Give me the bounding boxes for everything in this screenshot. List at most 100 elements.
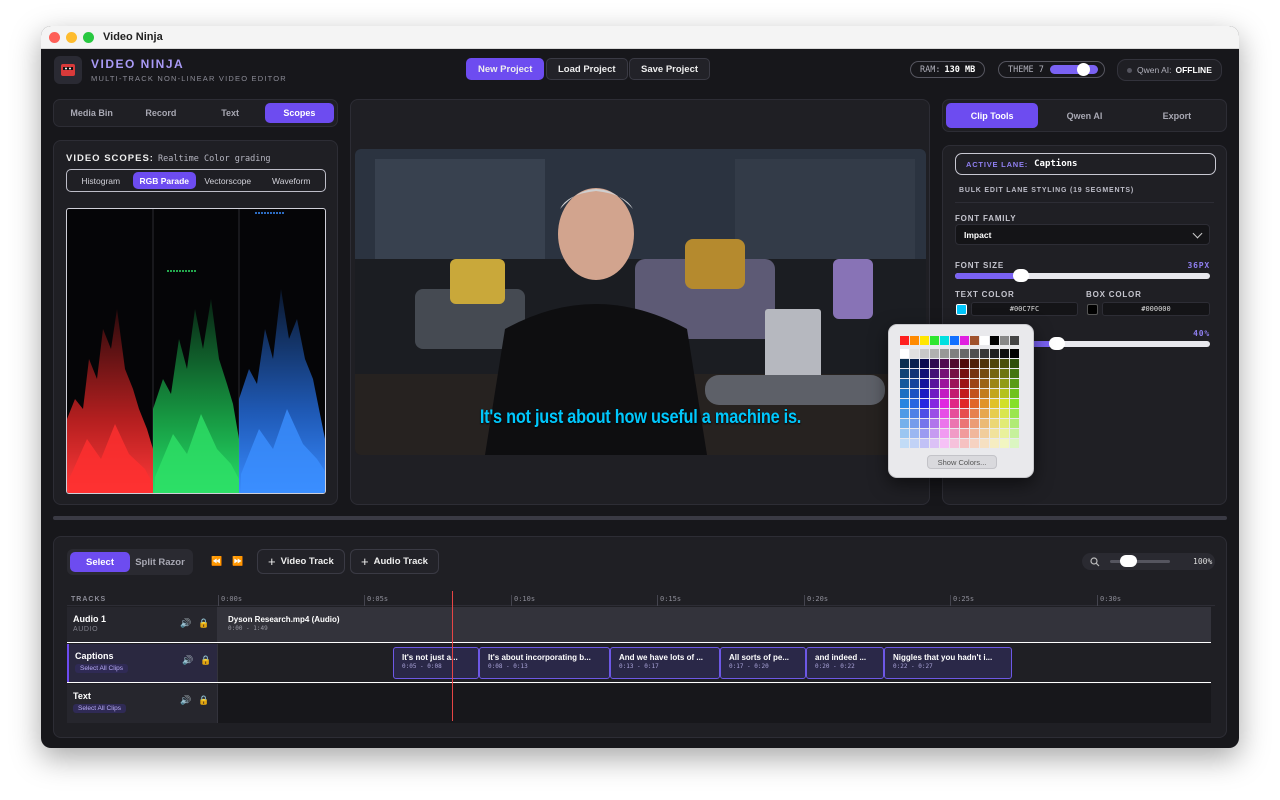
color-swatch[interactable] (1000, 429, 1009, 438)
color-swatch[interactable] (990, 349, 999, 358)
color-swatch[interactable] (1000, 439, 1009, 448)
color-swatch[interactable] (950, 349, 959, 358)
color-swatch[interactable] (960, 349, 969, 358)
color-swatch[interactable] (1010, 409, 1019, 418)
new-project-button[interactable]: New Project (466, 58, 545, 80)
color-swatch[interactable] (900, 379, 909, 388)
color-swatch[interactable] (930, 369, 939, 378)
color-swatch[interactable] (980, 439, 989, 448)
color-swatch[interactable] (960, 359, 969, 368)
color-swatch[interactable] (920, 419, 929, 428)
color-swatch[interactable] (980, 409, 989, 418)
color-swatch[interactable] (990, 439, 999, 448)
color-swatch[interactable] (900, 429, 909, 438)
color-swatch[interactable] (1010, 439, 1019, 448)
lock-icon[interactable]: 🔒 (200, 655, 211, 666)
color-swatch[interactable] (910, 379, 919, 388)
color-swatch[interactable] (900, 399, 909, 408)
tab-scopes[interactable]: Scopes (264, 103, 334, 123)
color-swatch[interactable] (940, 399, 949, 408)
color-swatch[interactable] (900, 369, 909, 378)
rewind-icon[interactable]: ⏪ (211, 556, 222, 567)
color-swatch[interactable] (900, 439, 909, 448)
tab-export[interactable]: Export (1131, 103, 1223, 128)
color-swatch[interactable] (900, 419, 909, 428)
color-swatch[interactable] (950, 389, 959, 398)
color-swatch[interactable] (910, 429, 919, 438)
tab-record[interactable]: Record (126, 103, 195, 123)
color-swatch[interactable] (950, 359, 959, 368)
tab-histogram[interactable]: Histogram (69, 172, 133, 189)
color-swatch[interactable] (900, 359, 909, 368)
volume-icon[interactable]: 🔊 (180, 618, 191, 629)
color-swatch[interactable] (940, 369, 949, 378)
color-swatch[interactable] (930, 439, 939, 448)
color-swatch[interactable] (910, 439, 919, 448)
color-swatch[interactable] (970, 336, 979, 345)
color-swatch[interactable] (910, 409, 919, 418)
color-swatch[interactable] (990, 369, 999, 378)
color-swatch[interactable] (930, 379, 939, 388)
color-swatch[interactable] (990, 419, 999, 428)
color-swatch[interactable] (990, 409, 999, 418)
color-swatch[interactable] (910, 369, 919, 378)
color-swatch[interactable] (960, 439, 969, 448)
color-swatch[interactable] (970, 389, 979, 398)
color-swatch[interactable] (980, 359, 989, 368)
video-preview[interactable]: It's not just about how useful a machine… (355, 149, 926, 455)
color-swatch[interactable] (950, 379, 959, 388)
color-swatch[interactable] (910, 389, 919, 398)
lock-icon[interactable]: 🔒 (198, 695, 209, 706)
color-swatch[interactable] (950, 399, 959, 408)
color-swatch[interactable] (970, 369, 979, 378)
tab-media-bin[interactable]: Media Bin (57, 103, 126, 123)
color-swatch[interactable] (1000, 369, 1009, 378)
caption-clip[interactable]: It's not just a... 0:05 - 0:08 (393, 647, 479, 679)
color-swatch[interactable] (950, 439, 959, 448)
color-swatch[interactable] (920, 359, 929, 368)
color-swatch[interactable] (900, 336, 909, 345)
color-swatch[interactable] (910, 419, 919, 428)
color-swatch[interactable] (1010, 419, 1019, 428)
color-swatch[interactable] (1010, 429, 1019, 438)
color-swatch[interactable] (920, 409, 929, 418)
color-swatch[interactable] (1000, 379, 1009, 388)
select-all-clips-button[interactable]: Select All Clips (75, 664, 128, 673)
color-swatch[interactable] (940, 419, 949, 428)
font-size-slider[interactable] (955, 269, 1210, 282)
color-swatch[interactable] (1010, 349, 1019, 358)
color-swatch[interactable] (970, 429, 979, 438)
color-swatch[interactable] (930, 359, 939, 368)
color-swatch[interactable] (970, 409, 979, 418)
caption-clip[interactable]: and indeed ... 0:20 - 0:22 (806, 647, 884, 679)
theme-slider[interactable] (1049, 63, 1098, 76)
add-audio-track-button[interactable]: + Audio Track (350, 549, 439, 574)
color-swatch[interactable] (990, 389, 999, 398)
zoom-slider-knob[interactable] (1120, 555, 1137, 567)
lock-icon[interactable]: 🔒 (198, 618, 209, 629)
color-swatch[interactable] (960, 399, 969, 408)
empty-lane[interactable] (218, 684, 1211, 723)
close-window-button[interactable] (49, 31, 60, 43)
load-project-button[interactable]: Load Project (546, 58, 628, 80)
select-all-clips-button[interactable]: Select All Clips (73, 704, 126, 713)
color-swatch[interactable] (920, 349, 929, 358)
text-color-swatch[interactable] (956, 304, 967, 315)
color-swatch[interactable] (940, 409, 949, 418)
color-swatch[interactable] (990, 429, 999, 438)
show-colors-button[interactable]: Show Colors... (927, 455, 997, 469)
color-swatch[interactable] (960, 379, 969, 388)
color-swatch[interactable] (1000, 409, 1009, 418)
color-swatch[interactable] (930, 419, 939, 428)
color-swatch[interactable] (1000, 359, 1009, 368)
color-swatch[interactable] (920, 429, 929, 438)
fast-forward-icon[interactable]: ⏩ (232, 556, 243, 567)
color-swatch[interactable] (970, 349, 979, 358)
color-swatch[interactable] (980, 399, 989, 408)
color-swatch[interactable] (980, 369, 989, 378)
color-swatch[interactable] (960, 419, 969, 428)
color-swatch[interactable] (930, 389, 939, 398)
color-swatch[interactable] (910, 336, 919, 345)
volume-icon[interactable]: 🔊 (180, 695, 191, 706)
color-swatch[interactable] (970, 379, 979, 388)
